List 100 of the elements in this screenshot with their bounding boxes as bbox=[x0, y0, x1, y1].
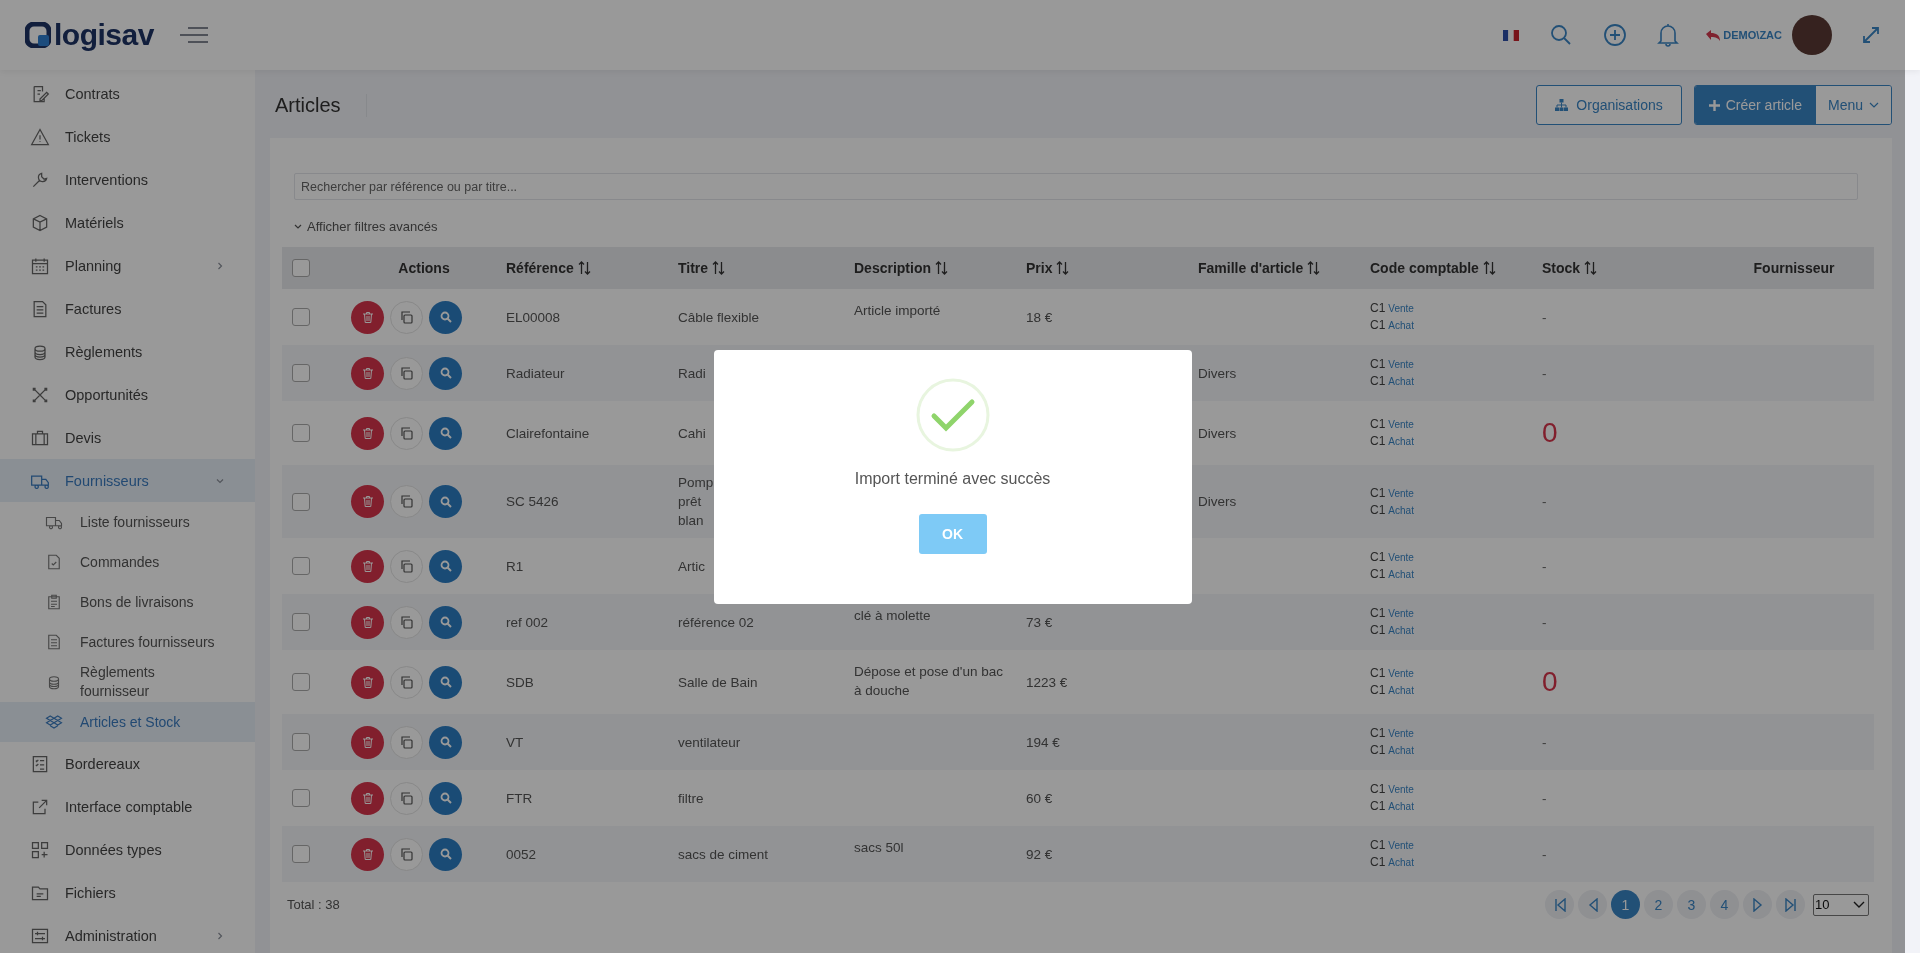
avatar[interactable] bbox=[1792, 15, 1832, 55]
account-type-link[interactable]: Vente bbox=[1388, 784, 1414, 795]
account-type-link[interactable]: Achat bbox=[1388, 569, 1414, 580]
sidebar-subitem[interactable]: Articles et Stock bbox=[0, 702, 255, 742]
duplicate-button[interactable] bbox=[390, 837, 423, 871]
duplicate-button[interactable] bbox=[390, 300, 423, 334]
sidebar-subitem[interactable]: Règlements fournisseur bbox=[0, 662, 255, 702]
next-page-button[interactable] bbox=[1743, 890, 1772, 919]
account-type-link[interactable]: Achat bbox=[1388, 625, 1414, 636]
sidebar-item[interactable]: Interface comptable bbox=[0, 785, 255, 828]
menu-icon[interactable] bbox=[179, 25, 208, 45]
row-checkbox[interactable] bbox=[292, 673, 310, 691]
add-icon[interactable] bbox=[1603, 23, 1628, 47]
sidebar-item[interactable]: Bordereaux bbox=[0, 742, 255, 785]
delete-button[interactable] bbox=[351, 300, 384, 334]
view-button[interactable] bbox=[429, 300, 462, 334]
row-checkbox[interactable] bbox=[292, 557, 310, 575]
column-header[interactable]: Référence bbox=[506, 260, 591, 276]
account-type-link[interactable]: Achat bbox=[1388, 320, 1414, 331]
account-type-link[interactable]: Achat bbox=[1388, 745, 1414, 756]
page-button[interactable]: 2 bbox=[1644, 890, 1673, 919]
duplicate-button[interactable] bbox=[390, 416, 423, 450]
last-page-button[interactable] bbox=[1776, 890, 1805, 919]
view-button[interactable] bbox=[429, 605, 462, 639]
view-button[interactable] bbox=[429, 725, 462, 759]
row-checkbox[interactable] bbox=[292, 789, 310, 807]
page-button[interactable]: 1 bbox=[1611, 890, 1640, 919]
account-type-link[interactable]: Achat bbox=[1388, 504, 1414, 516]
account-type-link[interactable]: Achat bbox=[1388, 376, 1414, 387]
sidebar-item[interactable]: Contrats bbox=[0, 72, 255, 115]
account-type-link[interactable]: Vente bbox=[1388, 419, 1414, 430]
column-header[interactable]: Famille d'article bbox=[1198, 260, 1321, 276]
view-button[interactable] bbox=[429, 416, 462, 450]
account-type-link[interactable]: Vente bbox=[1388, 359, 1414, 370]
row-checkbox[interactable] bbox=[292, 364, 310, 382]
page-size-select[interactable]: 10 bbox=[1813, 893, 1869, 916]
account-type-link[interactable]: Vente bbox=[1388, 487, 1414, 499]
delete-button[interactable] bbox=[351, 416, 384, 450]
duplicate-button[interactable] bbox=[390, 356, 423, 390]
row-checkbox[interactable] bbox=[292, 308, 310, 326]
undo-arrow-icon[interactable] bbox=[1705, 29, 1722, 41]
menu-dropdown-button[interactable]: Menu bbox=[1815, 86, 1891, 124]
view-button[interactable] bbox=[429, 837, 462, 871]
column-header[interactable]: Prix bbox=[1026, 260, 1070, 276]
column-header[interactable]: Code comptable bbox=[1370, 260, 1496, 276]
sidebar-item[interactable]: Fichiers bbox=[0, 871, 255, 914]
view-button[interactable] bbox=[429, 665, 462, 699]
flag-icon[interactable] bbox=[1503, 29, 1520, 41]
account-type-link[interactable]: Vente bbox=[1388, 840, 1414, 851]
account-type-link[interactable]: Vente bbox=[1388, 303, 1414, 314]
delete-button[interactable] bbox=[351, 485, 384, 518]
view-button[interactable] bbox=[429, 781, 462, 815]
sidebar-item[interactable]: Devis bbox=[0, 416, 255, 459]
account-type-link[interactable]: Vente bbox=[1388, 608, 1414, 619]
create-article-button[interactable]: Créer article bbox=[1694, 86, 1816, 124]
account-type-link[interactable]: Vente bbox=[1388, 552, 1414, 563]
sidebar-item[interactable]: Matériels bbox=[0, 201, 255, 244]
duplicate-button[interactable] bbox=[390, 605, 423, 639]
sidebar-subitem[interactable]: Bons de livraisons bbox=[0, 582, 255, 622]
sidebar-subitem[interactable]: Factures fournisseurs bbox=[0, 622, 255, 662]
sidebar-item[interactable]: Factures bbox=[0, 287, 255, 330]
expand-icon[interactable] bbox=[1862, 26, 1880, 44]
advanced-filters-toggle[interactable]: Afficher filtres avancés bbox=[294, 219, 438, 234]
sidebar-item[interactable]: Règlements bbox=[0, 330, 255, 373]
row-checkbox[interactable] bbox=[292, 733, 310, 751]
select-all-checkbox[interactable] bbox=[292, 259, 310, 277]
previous-page-button[interactable] bbox=[1578, 890, 1607, 919]
sidebar-item[interactable]: Tickets bbox=[0, 115, 255, 158]
row-checkbox[interactable] bbox=[292, 845, 310, 863]
first-page-button[interactable] bbox=[1545, 890, 1574, 919]
sidebar-item[interactable]: Planning bbox=[0, 244, 255, 287]
column-header[interactable]: Titre bbox=[678, 260, 726, 276]
duplicate-button[interactable] bbox=[390, 781, 423, 815]
delete-button[interactable] bbox=[351, 781, 384, 815]
account-type-link[interactable]: Achat bbox=[1388, 685, 1414, 696]
delete-button[interactable] bbox=[351, 549, 384, 583]
search-field[interactable]: Rechercher par référence ou par titre... bbox=[294, 173, 1858, 200]
delete-button[interactable] bbox=[351, 665, 384, 699]
sidebar-item[interactable]: Données types bbox=[0, 828, 255, 871]
account-type-link[interactable]: Achat bbox=[1388, 436, 1414, 447]
ok-button[interactable]: OK bbox=[918, 513, 987, 554]
account-type-link[interactable]: Achat bbox=[1388, 857, 1414, 868]
user-name[interactable]: DEMO\ZAC bbox=[1723, 29, 1782, 41]
view-button[interactable] bbox=[429, 549, 462, 583]
delete-button[interactable] bbox=[351, 837, 384, 871]
delete-button[interactable] bbox=[351, 356, 384, 390]
duplicate-button[interactable] bbox=[390, 485, 423, 518]
account-type-link[interactable]: Vente bbox=[1388, 728, 1414, 739]
page-button[interactable]: 3 bbox=[1677, 890, 1706, 919]
view-button[interactable] bbox=[429, 485, 462, 518]
sidebar-item[interactable]: Opportunités bbox=[0, 373, 255, 416]
delete-button[interactable] bbox=[351, 725, 384, 759]
duplicate-button[interactable] bbox=[390, 665, 423, 699]
duplicate-button[interactable] bbox=[390, 549, 423, 583]
bell-icon[interactable] bbox=[1657, 23, 1680, 47]
account-type-link[interactable]: Achat bbox=[1388, 801, 1414, 812]
column-header[interactable]: Stock bbox=[1542, 260, 1598, 276]
sidebar-item[interactable]: Administration bbox=[0, 914, 255, 953]
sidebar-item[interactable]: Fournisseurs bbox=[0, 459, 255, 502]
sidebar-subitem[interactable]: Liste fournisseurs bbox=[0, 502, 255, 542]
